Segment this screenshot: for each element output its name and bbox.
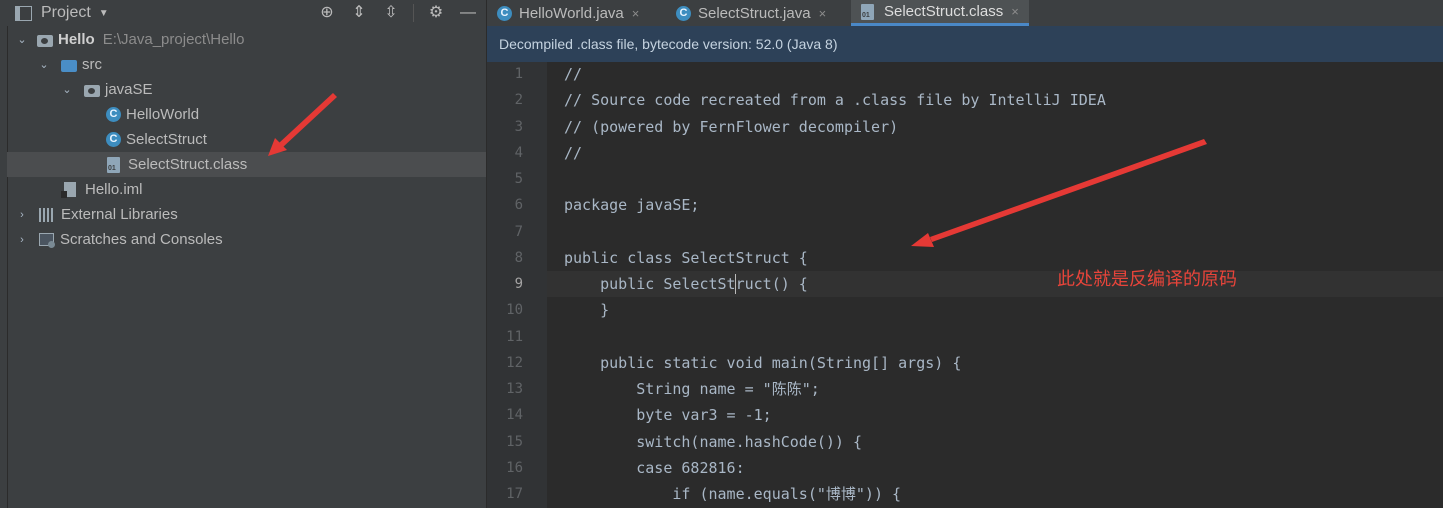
arrow-to-code: [911, 139, 1207, 247]
annotation-arrows: [268, 93, 1207, 247]
arrow-to-tree-item: [268, 93, 337, 156]
